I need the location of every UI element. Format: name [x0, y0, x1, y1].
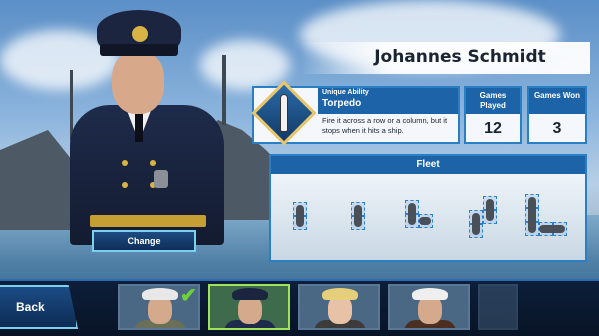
fleet-grid	[271, 174, 585, 260]
games-played-card: Games Played 12	[464, 86, 522, 144]
thumb-face	[148, 296, 172, 324]
ability-description: Fire it across a row or a column, but it…	[322, 116, 448, 135]
thumb-hair	[322, 288, 358, 300]
ship-hull-icon	[539, 225, 565, 233]
thumb-cap	[142, 288, 178, 300]
commander-thumb-2[interactable]	[208, 284, 290, 330]
commander-thumb-3[interactable]	[298, 284, 380, 330]
belt	[90, 215, 206, 227]
change-commander-button[interactable]: Change	[92, 230, 196, 252]
ship-hull-icon	[472, 213, 480, 235]
coat-button	[122, 182, 128, 188]
thumb-face	[418, 296, 442, 324]
thumb-cap	[232, 288, 268, 300]
ship-hull-icon	[486, 199, 494, 221]
games-won-label: Games Won	[529, 88, 585, 114]
medal-icon	[154, 170, 168, 188]
ship-hull-icon	[419, 217, 431, 225]
games-won-value: 3	[552, 120, 562, 137]
commander-portrait	[62, 10, 232, 245]
ship-hull-icon	[408, 203, 416, 225]
commander-face	[112, 52, 164, 114]
necktie	[135, 112, 143, 142]
commander-thumb-locked[interactable]	[478, 284, 518, 330]
ability-badge	[251, 80, 317, 146]
coat-button	[122, 160, 128, 166]
back-button[interactable]: Back	[0, 285, 78, 329]
ship-hull-icon	[528, 197, 536, 233]
fleet-panel: Fleet	[269, 154, 587, 262]
cap-badge-icon	[132, 26, 148, 42]
ship-hull-icon	[296, 205, 304, 227]
cap-band	[100, 44, 178, 56]
coat-button	[150, 160, 156, 166]
thumb-face	[238, 296, 262, 324]
check-icon: ✔	[180, 285, 197, 307]
games-won-card: Games Won 3	[527, 86, 587, 144]
commander-name: Johannes Schmidt	[374, 47, 546, 67]
commander-thumb-4[interactable]	[388, 284, 470, 330]
games-played-label: Games Played	[466, 88, 520, 114]
torpedo-icon	[280, 94, 288, 132]
ship-hull-icon	[354, 205, 362, 227]
thumb-face	[328, 296, 352, 324]
ability-name: Torpedo	[322, 98, 362, 109]
games-played-value: 12	[484, 120, 502, 137]
fleet-title: Fleet	[271, 156, 585, 174]
ability-subtitle: Unique Ability	[322, 89, 369, 96]
thumb-cap	[412, 288, 448, 300]
